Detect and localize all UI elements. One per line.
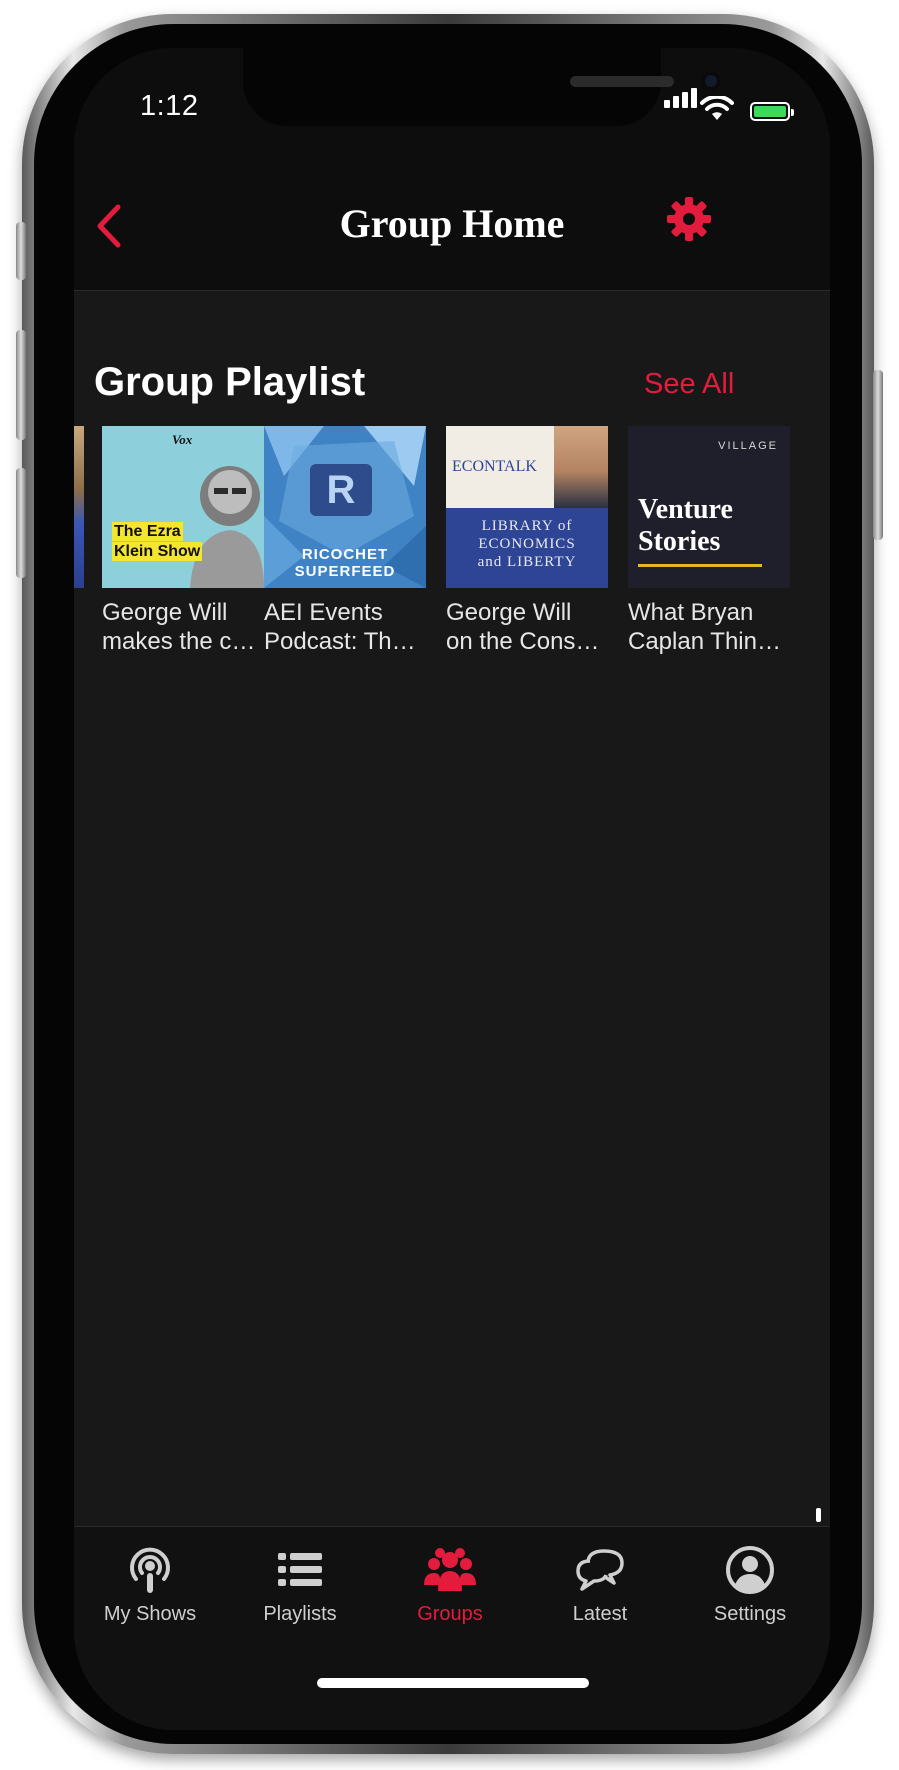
list-icon — [278, 1553, 322, 1586]
section-title: Group Playlist — [94, 360, 366, 404]
app-screen: 1:12 Group Home Group Playlist See All V… — [74, 48, 830, 1730]
partial-cover-art[interactable] — [74, 426, 84, 588]
front-camera — [701, 71, 721, 91]
episode-caption[interactable]: What Bryan Caplan Thin… — [628, 598, 792, 656]
cover-badge: R — [310, 464, 372, 516]
wifi-icon — [700, 96, 734, 120]
cover-title-line: ECONOMICS — [478, 536, 576, 552]
cover-art[interactable]: VILLAGE Venture Stories — [628, 426, 790, 588]
battery-icon — [750, 102, 794, 121]
episode-title-line: George Will — [446, 599, 572, 626]
tab-label: My Shows — [103, 1603, 197, 1625]
tab-label: Groups — [417, 1603, 483, 1625]
episode-caption[interactable]: AEI Events Podcast: Th… — [264, 598, 428, 656]
chat-bubbles-icon — [576, 1549, 624, 1591]
episode-title-line: What Bryan — [628, 599, 754, 626]
speaker-grille — [570, 76, 674, 87]
episode-title-line: makes the c… — [102, 628, 256, 655]
settings-gear-button[interactable] — [666, 196, 712, 242]
cover-title-line: RICOCHET — [301, 546, 389, 563]
user-circle-icon — [726, 1546, 774, 1594]
group-icon — [424, 1548, 476, 1591]
playlist-carousel[interactable]: Vox The Ezra Klein Show R RICOCHET SUPER… — [74, 426, 830, 666]
silent-switch — [16, 222, 26, 280]
cover-art[interactable]: ECONTALK LIBRARY of ECONOMICS and LIBERT… — [446, 426, 608, 588]
cover-badge: Vox — [172, 432, 193, 447]
cover-underline — [638, 564, 762, 567]
cover-title-line: LIBRARY of — [481, 518, 573, 534]
tab-my-shows[interactable]: My Shows — [75, 1527, 225, 1647]
cover-title-line: The Ezra — [112, 522, 183, 541]
episode-title-line: on the Cons… — [446, 628, 600, 655]
tab-bar: My Shows Playlists Groups Latest Setting… — [74, 1526, 830, 1730]
page-title: Group Home — [339, 201, 565, 246]
status-time: 1:12 — [140, 90, 199, 122]
notch — [243, 48, 721, 126]
cover-title-line: and LIBERTY — [477, 554, 577, 570]
cover-title-line: Venture — [638, 494, 733, 525]
tab-label: Playlists — [263, 1603, 337, 1625]
person-illustration — [190, 466, 264, 588]
home-indicator[interactable] — [317, 1678, 589, 1688]
cover-title-line: Stories — [638, 526, 721, 557]
episode-title-line: Caplan Thin… — [628, 628, 781, 655]
cover-art[interactable]: Vox The Ezra Klein Show — [102, 426, 264, 588]
see-all-link[interactable]: See All — [644, 368, 734, 401]
nav-bar: Group Home — [74, 172, 830, 291]
volume-down-button — [16, 468, 26, 578]
cover-art[interactable]: R RICOCHET SUPERFEED — [264, 426, 426, 588]
tab-label: Latest — [572, 1603, 628, 1625]
gear-icon — [667, 197, 711, 241]
power-button — [873, 370, 883, 540]
volume-up-button — [16, 330, 26, 440]
tab-settings[interactable]: Settings — [675, 1527, 825, 1647]
scroll-indicator[interactable] — [816, 1508, 821, 1522]
status-bar: 1:12 — [74, 48, 830, 172]
episode-title-line: Podcast: Th… — [264, 628, 416, 655]
tab-playlists[interactable]: Playlists — [225, 1527, 375, 1647]
tab-latest[interactable]: Latest — [525, 1527, 675, 1647]
cover-badge: VILLAGE — [718, 440, 778, 452]
cover-photo — [554, 426, 608, 508]
tab-groups[interactable]: Groups — [375, 1527, 525, 1647]
episode-caption[interactable]: George Will on the Cons… — [446, 598, 610, 656]
cover-title-line: SUPERFEED — [294, 563, 396, 580]
episode-caption[interactable]: George Will makes the c… — [102, 598, 266, 656]
podcast-icon — [130, 1547, 170, 1593]
tab-label: Settings — [713, 1603, 787, 1625]
cover-badge: ECONTALK — [452, 458, 537, 475]
episode-title-line: AEI Events — [264, 599, 383, 626]
episode-title-line: George Will — [102, 599, 228, 626]
cover-title-line: Klein Show — [112, 542, 203, 561]
